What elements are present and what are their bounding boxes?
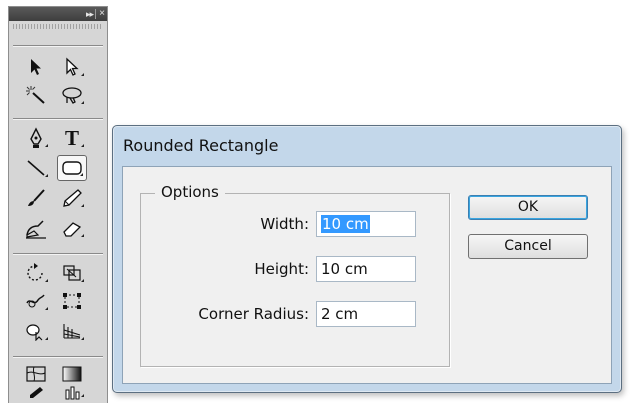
direct-selection-tool-icon[interactable] — [57, 54, 87, 80]
perspective-grid-tool-icon[interactable] — [57, 318, 87, 344]
dialog-body: Options Width: 10 cm Height: 10 cm Corne… — [122, 166, 612, 384]
blob-brush-tool-icon[interactable] — [21, 215, 51, 241]
graph-tool-icon[interactable] — [57, 385, 87, 401]
rounded-rectangle-dialog: Rounded Rectangle Options Width: 10 cm H… — [112, 125, 622, 393]
selection-tools-group — [13, 45, 103, 114]
pencil-tool-icon[interactable] — [57, 185, 87, 211]
magic-wand-tool-icon[interactable] — [21, 82, 51, 108]
rotate-tool-icon[interactable] — [21, 260, 51, 286]
close-icon[interactable]: × — [99, 7, 105, 21]
eraser-tool-icon[interactable] — [57, 215, 87, 241]
mesh-tool-icon[interactable] — [21, 361, 51, 387]
cancel-button[interactable]: Cancel — [468, 234, 588, 259]
warp-tool-icon[interactable] — [21, 288, 51, 314]
height-value: 10 cm — [321, 260, 368, 278]
gradient-tool-icon[interactable] — [57, 361, 87, 387]
titlebar-divider — [95, 9, 96, 19]
lasso-tool-icon[interactable] — [57, 82, 87, 108]
width-label: Width: — [260, 215, 309, 233]
height-field[interactable]: 10 cm — [316, 256, 416, 282]
width-value: 10 cm — [321, 215, 370, 233]
width-field[interactable]: 10 cm — [316, 211, 416, 237]
options-group: Options Width: 10 cm Height: 10 cm Corne… — [140, 183, 450, 367]
tools-panel: ▸▸ × T — [8, 6, 108, 403]
height-label: Height: — [254, 260, 309, 278]
eyedropper-tool-icon[interactable] — [21, 385, 51, 401]
free-transform-tool-icon[interactable] — [57, 288, 87, 314]
drawing-tools-group: T — [13, 118, 103, 249]
scale-tool-icon[interactable] — [57, 260, 87, 286]
rounded-rectangle-tool-icon[interactable] — [57, 155, 87, 181]
line-segment-tool-icon[interactable] — [21, 155, 51, 181]
transform-tools-group — [13, 253, 103, 352]
type-tool-icon[interactable]: T — [57, 125, 87, 151]
type-tool-label: T — [64, 125, 79, 150]
tools-panel-titlebar[interactable]: ▸▸ × — [9, 7, 107, 21]
corner-radius-field[interactable]: 2 cm — [316, 301, 416, 327]
corner-radius-label: Corner Radius: — [198, 305, 309, 323]
corner-radius-value: 2 cm — [321, 305, 359, 323]
dialog-title: Rounded Rectangle — [123, 136, 279, 155]
options-legend: Options — [155, 183, 225, 201]
paint-tools-group — [13, 356, 103, 405]
ok-button[interactable]: OK — [468, 195, 588, 220]
collapse-panel-icon[interactable]: ▸▸ — [86, 7, 94, 21]
selection-tool-icon[interactable] — [21, 54, 51, 80]
shape-builder-tool-icon[interactable] — [21, 318, 51, 344]
paintbrush-tool-icon[interactable] — [21, 185, 51, 211]
panel-grip[interactable] — [13, 24, 103, 29]
pen-tool-icon[interactable] — [21, 125, 51, 151]
